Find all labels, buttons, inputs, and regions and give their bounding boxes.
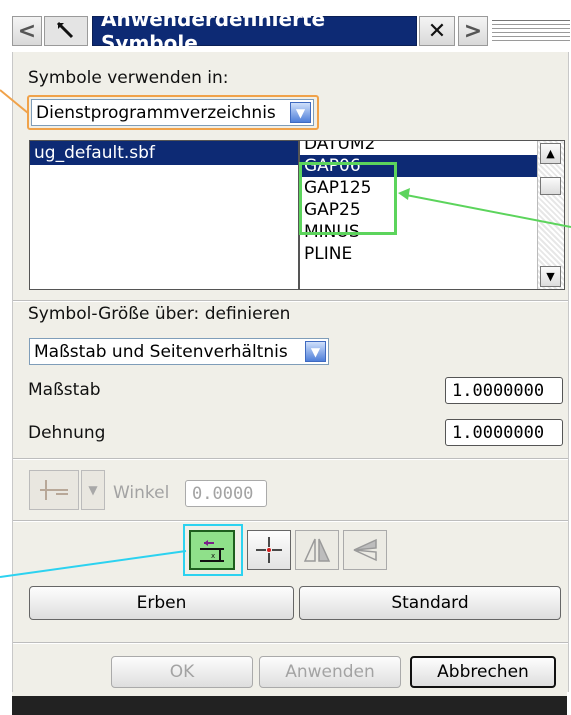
chevron-down-icon[interactable]: ▼ — [290, 102, 311, 123]
cancel-button[interactable]: Abbrechen — [410, 656, 556, 688]
chevron-down-icon: ▼ — [88, 483, 98, 497]
mirror-vertical-button[interactable] — [295, 530, 339, 570]
standard-button[interactable]: Standard — [299, 586, 561, 620]
size-label: Symbol-Größe über: definieren — [28, 304, 291, 324]
mirror-horizontal-icon — [353, 538, 377, 562]
close-icon: ✕ — [427, 18, 447, 44]
angle-dropdown-button[interactable]: ▼ — [81, 470, 105, 510]
ok-button[interactable]: OK — [111, 656, 253, 688]
symbol-list-item[interactable]: DATUM2 — [300, 141, 538, 155]
gap-symbols-highlight — [299, 162, 397, 235]
forward-button[interactable]: > — [458, 16, 488, 46]
chevron-down-icon[interactable]: ▼ — [305, 341, 326, 362]
scale-label: Maßstab — [28, 380, 101, 400]
use-symbols-value: Dienstprogrammverzeichnis — [36, 102, 276, 123]
title-bar: < Anwenderdefinierte Symbole ✕ > — [12, 7, 570, 55]
back-button[interactable]: < — [12, 16, 42, 46]
scroll-thumb[interactable] — [540, 177, 561, 195]
svg-text:x: x — [211, 552, 215, 560]
stretch-input[interactable]: 1.0000000 — [445, 419, 563, 446]
separator — [13, 458, 568, 460]
library-list-item[interactable]: ug_default.sbf — [30, 141, 298, 165]
scroll-up-icon[interactable]: ▲ — [540, 143, 561, 164]
inherit-button[interactable]: Erben — [29, 586, 294, 620]
separator — [13, 520, 568, 522]
mirror-horizontal-button[interactable] — [343, 530, 387, 570]
separator — [13, 300, 568, 302]
scroll-down-icon[interactable]: ▼ — [540, 266, 561, 287]
angle-tool-button[interactable] — [29, 470, 79, 510]
size-value: Maßstab und Seitenverhältnis — [34, 341, 288, 362]
mirror-vertical-icon — [303, 538, 331, 562]
placement-origin-button[interactable]: x — [189, 530, 235, 570]
window-bottom-edge — [12, 692, 567, 715]
back-icon: < — [17, 18, 37, 44]
angle-tool-icon — [40, 480, 68, 500]
size-dropdown[interactable]: Maßstab und Seitenverhältnis ▼ — [29, 338, 329, 365]
use-symbols-dropdown[interactable]: Dienstprogrammverzeichnis ▼ — [31, 99, 314, 126]
dialog-body: Symbole verwenden in: Dienstprogrammverz… — [12, 52, 569, 692]
scale-input[interactable]: 1.0000000 — [445, 377, 563, 404]
crosshair-icon — [256, 537, 282, 563]
placement-origin-icon: x — [200, 540, 224, 562]
apply-button[interactable]: Anwenden — [259, 656, 401, 688]
angle-input[interactable]: 0.0000 — [185, 480, 267, 507]
symbol-list-scrollbar[interactable]: ▲ ▼ — [537, 141, 564, 289]
stretch-label: Dehnung — [28, 423, 106, 443]
forward-icon: > — [463, 18, 483, 44]
library-list[interactable]: ug_default.sbf — [29, 140, 299, 290]
angle-label: Winkel — [113, 483, 170, 503]
dialog-menu-icon — [56, 21, 74, 39]
use-symbols-label: Symbole verwenden in: — [28, 68, 229, 88]
dialog-title: Anwenderdefinierte Symbole — [92, 7, 417, 55]
dialog-menu-button[interactable] — [44, 16, 88, 46]
separator — [13, 642, 568, 644]
symbol-list-item[interactable]: PLINE — [300, 243, 538, 265]
close-button[interactable]: ✕ — [419, 16, 455, 46]
title-bar-grip — [492, 20, 570, 43]
crosshair-button[interactable] — [247, 530, 291, 570]
